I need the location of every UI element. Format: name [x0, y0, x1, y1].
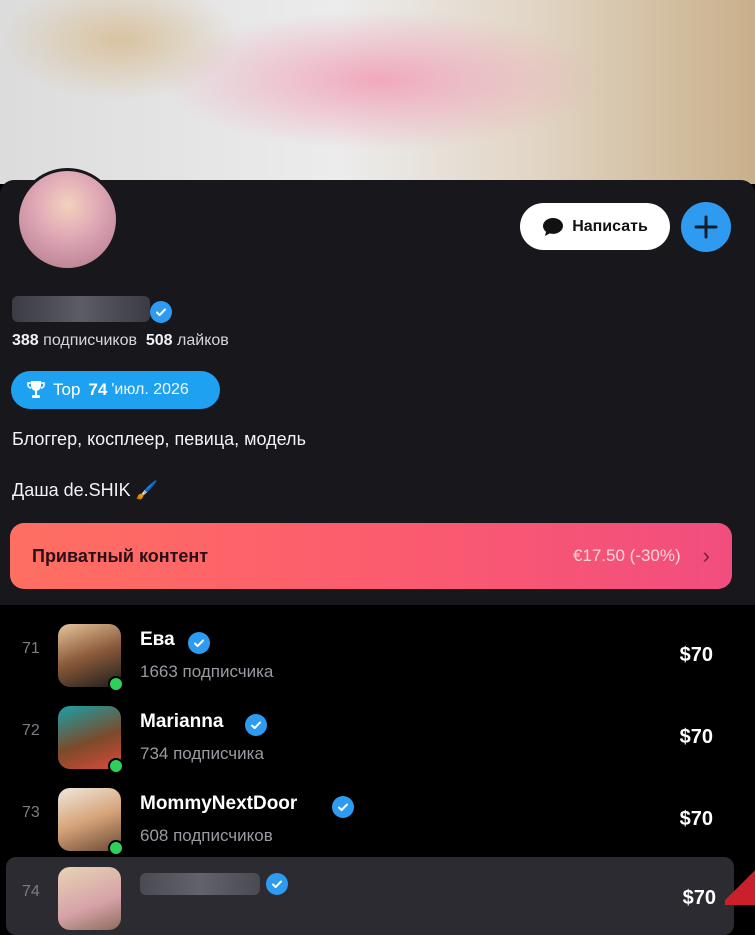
message-button-label: Написать — [572, 217, 648, 235]
top-rank-badge[interactable]: Top 74 'июл. 2026 — [11, 371, 220, 409]
private-content-button[interactable]: Приватный контент €17.50 (-30%) › — [10, 523, 732, 589]
trophy-icon — [27, 381, 45, 398]
online-indicator — [108, 840, 124, 856]
price: $70 — [679, 808, 713, 830]
verified-icon — [245, 714, 267, 736]
subscriber-count: 734 подписчика — [140, 744, 264, 763]
ranking-list: 71 Ева 1663 подписчика $70 72 Marianna 7… — [0, 606, 755, 935]
add-button[interactable] — [681, 202, 731, 252]
subscriber-count: 608 подписчиков — [140, 826, 273, 845]
private-content-price: €17.50 (-30%) — [572, 546, 681, 565]
bio-signature-text: Даша de.SHIK — [12, 480, 131, 500]
price: $70 — [679, 726, 713, 748]
message-button[interactable]: Написать — [520, 203, 670, 250]
price: $70 — [679, 644, 713, 666]
bio-signature: Даша de.SHIK 🖌️ — [12, 480, 158, 501]
speech-bubble-icon — [543, 217, 564, 236]
username: MommyNextDoor — [140, 793, 298, 814]
username: Ева — [140, 629, 175, 650]
rank-number: 72 — [22, 722, 40, 739]
subscriber-count: 1663 подписчика — [140, 662, 274, 681]
rank-number: 74 — [22, 883, 40, 900]
likes-count: 508 — [145, 332, 173, 349]
rank-number: 73 — [22, 804, 40, 821]
cover-image — [0, 0, 755, 184]
verified-icon — [266, 873, 288, 895]
ranking-row[interactable]: 71 Ева 1663 подписчика $70 — [0, 614, 735, 692]
bio-description: Блоггер, косплеер, певица, модель — [12, 429, 306, 449]
avatar — [58, 867, 121, 930]
username-blurred — [140, 873, 260, 895]
ranking-row[interactable]: 73 MommyNextDoor 608 подписчиков $70 — [0, 778, 735, 856]
ranking-row-current[interactable]: 74 $70 — [6, 857, 734, 935]
private-content-title: Приватный контент — [32, 545, 209, 566]
followers-count: 388 — [12, 332, 39, 349]
top-rank: 74 — [88, 380, 108, 399]
likes-label: лайков — [177, 332, 229, 349]
online-indicator — [108, 758, 124, 774]
corner-decoration — [725, 865, 755, 905]
price: $70 — [682, 887, 716, 909]
verified-icon — [188, 632, 210, 654]
profile-stats: 388 подписчиков 508 лайков — [12, 332, 229, 350]
followers-label: подписчиков — [43, 332, 137, 349]
username: Marianna — [140, 711, 224, 732]
top-label: Top — [53, 380, 81, 399]
ranking-row[interactable]: 72 Marianna 734 подписчика $70 — [0, 696, 735, 774]
profile-avatar[interactable] — [16, 168, 119, 271]
chevron-right-icon: › — [702, 543, 710, 568]
profile-name-blurred — [12, 296, 150, 322]
paintbrush-icon: 🖌️ — [135, 480, 159, 500]
plus-icon — [694, 215, 718, 239]
online-indicator — [108, 676, 124, 692]
rank-number: 71 — [22, 640, 40, 657]
top-date: 'июл. 2026 — [111, 381, 189, 398]
verified-icon — [150, 301, 172, 323]
verified-icon — [332, 796, 354, 818]
